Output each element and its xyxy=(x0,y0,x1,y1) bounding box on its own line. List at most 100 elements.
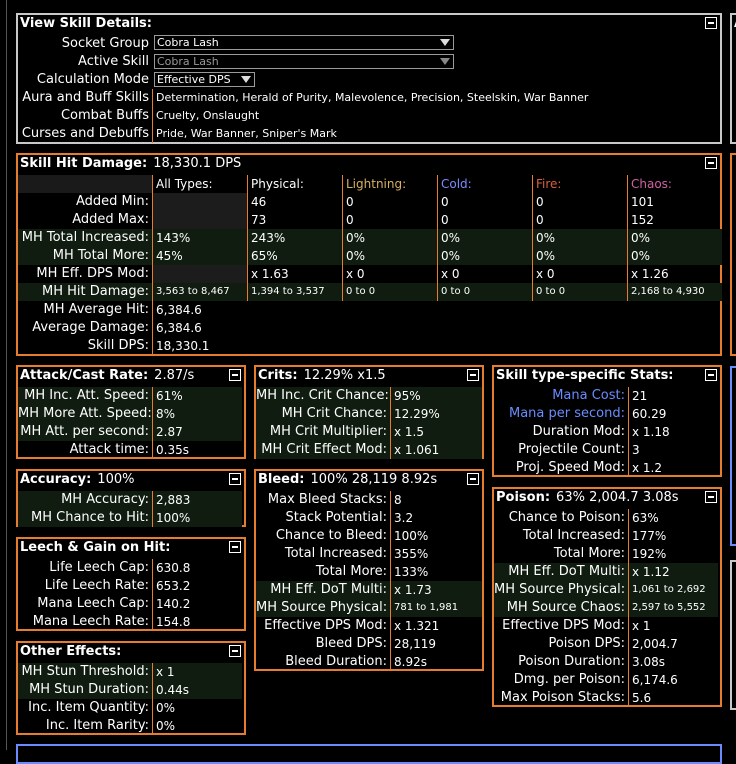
collapse-icon[interactable] xyxy=(705,369,717,381)
stat-row: Effective DPS Mod: x 1 xyxy=(494,617,720,635)
stat-row: Life Leech Cap: 630.8 xyxy=(18,559,244,577)
hit-damage-cell: 65% xyxy=(247,247,342,265)
hit-damage-cell: x 0 xyxy=(437,265,532,283)
hit-damage-row-label: Average Damage: xyxy=(32,320,149,335)
stat-value: 0.44s xyxy=(152,681,242,699)
active-skill-dropdown[interactable]: Cobra Lash xyxy=(154,54,454,69)
stat-value: 355% xyxy=(390,545,482,563)
stat-label: MH Stun Threshold: xyxy=(18,663,152,681)
other-title: Other Effects: xyxy=(18,643,244,661)
stat-row: Mana Leech Cap: 140.2 xyxy=(18,595,244,613)
hit-damage-cell: 0% xyxy=(627,247,722,265)
collapse-icon[interactable] xyxy=(705,17,717,29)
socket-group-dropdown[interactable]: Cobra Lash xyxy=(154,35,454,50)
active-skill-label: Active Skill xyxy=(78,54,149,69)
stat-label: MH Crit Multiplier: xyxy=(256,423,390,441)
stat-value: 0.35s xyxy=(152,441,242,459)
combat-buffs-row: Combat Buffs Cruelty, Onslaught xyxy=(18,107,720,125)
leech-gain-panel: Leech & Gain on Hit: Life Leech Cap: 630.8… xyxy=(16,537,246,631)
stat-label: Poison Duration: xyxy=(518,654,625,669)
stat-value: 3 xyxy=(628,441,718,459)
panel-title-text: Crits: xyxy=(258,368,298,383)
stat-label: Attack time: xyxy=(69,442,149,457)
hit-damage-cell: 143% xyxy=(152,229,247,247)
stat-row: Mana Cost: 21 xyxy=(494,387,720,405)
collapse-icon[interactable] xyxy=(229,645,241,657)
hit-damage-cell: 243% xyxy=(247,229,342,247)
hit-damage-header-row: All Types: Physical: Lightning: Cold: Fi… xyxy=(18,175,720,193)
stat-value: 63% xyxy=(628,509,718,527)
hit-damage-summary: 18,330.1 DPS xyxy=(153,156,242,171)
stat-row: Mana per second: 60.29 xyxy=(494,405,720,423)
stat-label: Inc. Item Rarity: xyxy=(45,718,149,733)
collapse-icon[interactable] xyxy=(467,473,479,485)
stat-value: 61% xyxy=(152,387,242,405)
hit-damage-row: MH Average Hit: 6,384.6 xyxy=(18,301,720,319)
stat-row: Max Poison Stacks: 5.6 xyxy=(494,689,720,707)
stat-label: MH Source Physical: xyxy=(256,599,390,617)
stat-label: Life Leech Rate: xyxy=(44,578,149,593)
stat-label: Dmg. per Poison: xyxy=(513,672,625,687)
stat-label: MH Crit Chance: xyxy=(256,405,390,423)
poison-rows: Chance to Poison: 63% Total Increased: 177%… xyxy=(494,509,720,707)
collapse-icon[interactable] xyxy=(229,473,241,485)
stat-value: x 1.061 xyxy=(390,441,482,459)
hit-damage-row-label: MH Eff. DPS Mod: xyxy=(36,266,149,281)
chevron-down-icon xyxy=(440,39,450,46)
accuracy-panel: Accuracy: 100% MH Accuracy: 2,883 MH Chance … xyxy=(16,469,246,527)
stat-row: Attack time: 0.35s xyxy=(18,441,244,459)
stat-value: 140.2 xyxy=(152,595,242,613)
hit-damage-table: All Types: Physical: Lightning: Cold: Fi… xyxy=(18,175,722,355)
stat-value: 177% xyxy=(628,527,718,545)
stat-row: MH Att. per second: 2.87 xyxy=(18,423,244,441)
stat-row: Chance to Bleed: 100% xyxy=(256,527,482,545)
panel-title-text: Other Effects: xyxy=(20,644,122,659)
view-skill-details-title: View Skill Details: xyxy=(20,16,152,31)
calculation-mode-row: Calculation Mode Effective DPS xyxy=(18,71,720,89)
stat-value: 2,004.7 xyxy=(628,635,718,653)
hit-damage-row: MH Eff. DPS Mod: x 1.63 x 0x 0x 0x 1.26 xyxy=(18,265,720,283)
hd-header-all: All Types: xyxy=(152,175,247,193)
collapse-icon[interactable] xyxy=(467,369,479,381)
hd-header-fire: Fire: xyxy=(532,175,627,193)
stat-label: Mana per second: xyxy=(509,406,625,421)
stat-value: 781 to 1,981 xyxy=(390,599,482,617)
stat-row: MH Eff. DoT Multi: x 1.12 xyxy=(494,563,720,581)
panel-summary-value: 100% 28,119 8.92s xyxy=(310,472,438,487)
stat-row: MH Crit Chance: 12.29% xyxy=(256,405,482,423)
stat-row: Projectile Count: 3 xyxy=(494,441,720,459)
stat-label: MH Chance to Hit: xyxy=(18,509,152,527)
hit-damage-row-label: MH Average Hit: xyxy=(43,302,149,317)
stat-label: Stack Potential: xyxy=(285,510,387,525)
panel-title-text: Attack/Cast Rate: xyxy=(20,368,149,383)
stat-label: Total Increased: xyxy=(522,528,625,543)
calculation-mode-dropdown[interactable]: Effective DPS xyxy=(154,72,255,87)
collapse-icon[interactable] xyxy=(705,491,717,503)
combat-buffs-label: Combat Buffs xyxy=(60,108,149,123)
stat-row: Total Increased: 177% xyxy=(494,527,720,545)
socket-group-value: Cobra Lash xyxy=(157,36,219,49)
hit-damage-cell: 0% xyxy=(437,229,532,247)
stat-value: 0% xyxy=(152,699,242,717)
stat-label: Proj. Speed Mod: xyxy=(515,460,625,475)
socket-group-row: Socket Group Cobra Lash xyxy=(18,35,720,53)
stat-value: 12.29% xyxy=(390,405,482,423)
hit-damage-cell: 0% xyxy=(342,247,437,265)
collapse-icon[interactable] xyxy=(705,157,717,169)
collapse-icon[interactable] xyxy=(229,369,241,381)
stat-row: MH Source Physical: 781 to 1,981 xyxy=(256,599,482,617)
stat-value: 0% xyxy=(152,717,242,735)
hit-damage-cell: 0% xyxy=(627,229,722,247)
hit-damage-cell: 6,384.6 xyxy=(152,319,247,337)
collapse-icon[interactable] xyxy=(229,541,241,553)
hd-header-lightning: Lightning: xyxy=(342,175,437,193)
attack-rate-rows: MH Inc. Att. Speed: 61% MH More Att. Speed… xyxy=(18,387,244,459)
stat-value: 100% xyxy=(152,509,242,527)
curses-label: Curses and Debuffs xyxy=(21,126,149,141)
hit-damage-cell xyxy=(152,265,247,283)
hit-damage-cell: 0 xyxy=(437,193,532,211)
stat-value: 1,061 to 2,692 xyxy=(628,581,718,599)
stat-row: Chance to Poison: 63% xyxy=(494,509,720,527)
stat-label: Life Leech Cap: xyxy=(49,560,149,575)
stat-value: 3.08s xyxy=(628,653,718,671)
